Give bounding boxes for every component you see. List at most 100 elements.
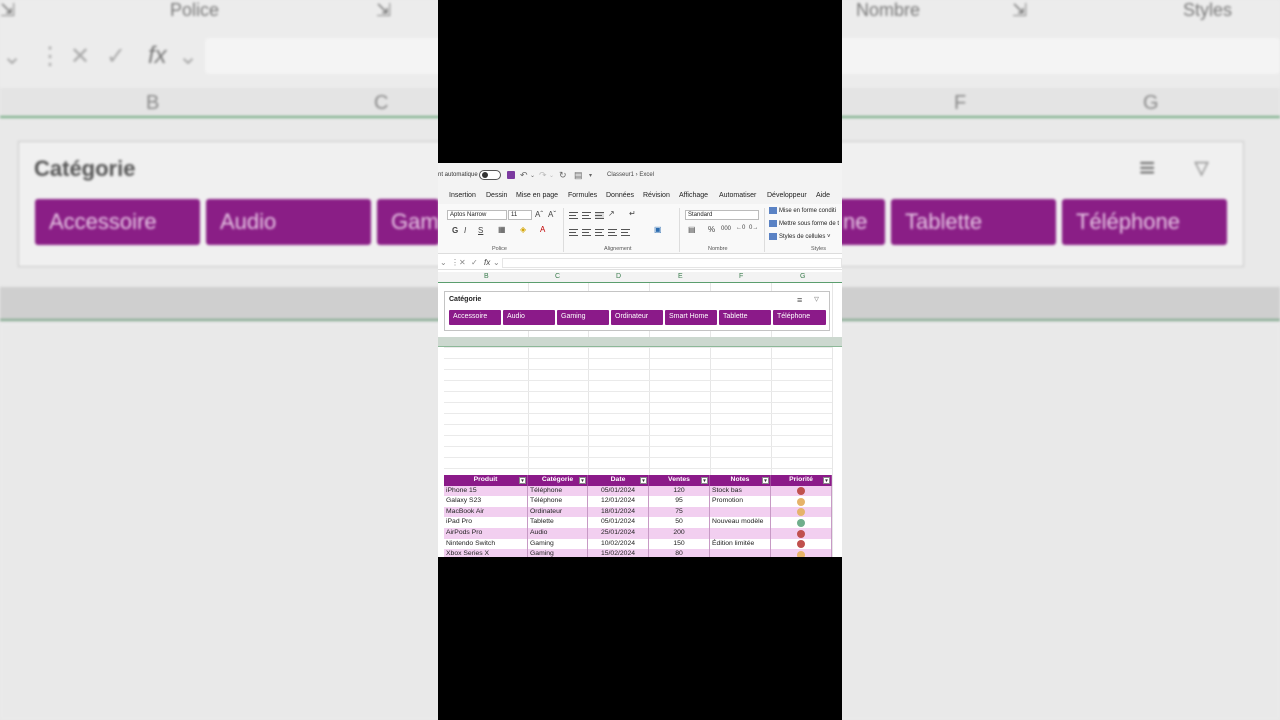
cancel-icon[interactable]: ✕	[459, 258, 466, 267]
header-date[interactable]: Date ▾	[588, 475, 649, 486]
align-middle-icon[interactable]	[582, 212, 591, 219]
decrease-font-icon[interactable]: Aˇ	[548, 210, 556, 219]
selected-row[interactable]	[438, 337, 842, 347]
col-e[interactable]: E	[678, 273, 683, 280]
save-icon[interactable]	[507, 171, 515, 179]
align-left-icon[interactable]	[569, 229, 578, 236]
header-produit[interactable]: Produit ▾	[444, 475, 528, 486]
cell-ventes[interactable]: 80	[649, 549, 710, 557]
format-as-table-button[interactable]: Mettre sous forme de t	[769, 220, 839, 227]
fx-icon[interactable]: fx	[484, 258, 490, 267]
undo-icon[interactable]: ↶	[520, 170, 528, 181]
cell-priorite[interactable]	[771, 528, 832, 539]
chevron-down-icon[interactable]: ⌄	[440, 258, 447, 267]
cell-ventes[interactable]: 120	[649, 485, 710, 497]
header-categorie[interactable]: Catégorie ▾	[528, 475, 588, 486]
percent-button[interactable]: %	[708, 225, 715, 234]
font-color-icon[interactable]: A	[540, 225, 545, 234]
orientation-icon[interactable]: ↗	[608, 209, 615, 218]
cell-priorite[interactable]	[771, 496, 832, 507]
borders-icon[interactable]: ▦	[498, 225, 506, 234]
table-row[interactable]: iPad Pro Tablette 05/01/2024 50 Nouveau modè…	[444, 517, 832, 528]
cell-categorie[interactable]: Ordinateur	[528, 506, 588, 518]
tab-aide[interactable]: Aide	[816, 192, 830, 199]
cell-categorie[interactable]: Gaming	[528, 538, 588, 550]
cell-priorite[interactable]	[771, 549, 832, 557]
formula-input[interactable]	[502, 258, 842, 268]
tab-developpeur[interactable]: Développeur	[767, 192, 807, 199]
slicer-item-ordinateur[interactable]: Ordinateur	[611, 310, 663, 325]
table-row[interactable]: AirPods Pro Audio 25/01/2024 200	[444, 528, 832, 539]
cell-produit[interactable]: Nintendo Switch	[444, 538, 528, 550]
cell-produit[interactable]: iPhone 15	[444, 485, 528, 497]
font-size-select[interactable]: 11	[508, 210, 532, 220]
merge-cells-icon[interactable]: ▣	[654, 225, 662, 234]
tab-automatiser[interactable]: Automatiser	[719, 192, 756, 199]
cell-produit[interactable]: Xbox Series X	[444, 549, 528, 557]
cell-ventes[interactable]: 75	[649, 506, 710, 518]
cell-notes[interactable]	[710, 549, 771, 557]
cell-notes[interactable]	[710, 506, 771, 518]
number-format-select[interactable]: Standard	[685, 210, 759, 220]
cell-ventes[interactable]: 200	[649, 528, 710, 539]
cell-categorie[interactable]: Tablette	[528, 517, 588, 528]
table-row[interactable]: Nintendo Switch Gaming 10/02/2024 150 Éditio…	[444, 538, 832, 550]
align-bottom-icon[interactable]	[595, 212, 604, 219]
increase-font-icon[interactable]: Aˆ	[535, 210, 543, 219]
align-right-icon[interactable]	[595, 229, 604, 236]
clipboard-icon[interactable]: ▤	[574, 170, 583, 181]
accounting-format-icon[interactable]: ▤	[688, 225, 696, 234]
table-row[interactable]: iPhone 15 Téléphone 05/01/2024 120 Stock bas	[444, 485, 832, 497]
filter-dropdown-icon[interactable]: ▾	[762, 477, 769, 484]
decrease-indent-icon[interactable]	[608, 229, 617, 236]
cell-date[interactable]: 05/01/2024	[588, 485, 649, 497]
cell-produit[interactable]: MacBook Air	[444, 506, 528, 518]
cell-date[interactable]: 12/01/2024	[588, 496, 649, 507]
tab-mise-en-page[interactable]: Mise en page	[516, 192, 558, 199]
slicer-item-tablette[interactable]: Tablette	[719, 310, 771, 325]
thousands-button[interactable]: 000	[721, 226, 731, 232]
header-notes[interactable]: Notes ▾	[710, 475, 771, 486]
chevron-down-icon[interactable]: ⌄	[549, 172, 554, 179]
cell-notes[interactable]: Promotion	[710, 496, 771, 507]
cell-notes[interactable]: Édition limitée	[710, 538, 771, 550]
cell-categorie[interactable]: Téléphone	[528, 485, 588, 497]
cell-date[interactable]: 15/02/2024	[588, 549, 649, 557]
increase-decimal-icon[interactable]: ←0	[736, 225, 745, 231]
chevron-down-icon[interactable]: ⌄	[530, 172, 535, 179]
slicer-item-gaming[interactable]: Gaming	[557, 310, 609, 325]
slicer-item-accessoire[interactable]: Accessoire	[449, 310, 501, 325]
table-row[interactable]: Galaxy S23 Téléphone 12/01/2024 95 Promotion	[444, 496, 832, 507]
tab-donnees[interactable]: Données	[606, 192, 634, 199]
cell-date[interactable]: 10/02/2024	[588, 538, 649, 550]
cell-notes[interactable]: Stock bas	[710, 485, 771, 497]
tab-formules[interactable]: Formules	[568, 192, 597, 199]
underline-button[interactable]: S	[478, 226, 483, 235]
conditional-format-button[interactable]: Mise en forme conditi	[769, 207, 836, 214]
more-icon[interactable]: ⋮	[451, 258, 459, 267]
decrease-decimal-icon[interactable]: 0→	[749, 225, 758, 231]
font-name-select[interactable]: Aptos Narrow	[447, 210, 507, 220]
cell-priorite[interactable]	[771, 538, 832, 550]
col-f[interactable]: F	[739, 273, 743, 280]
wrap-text-icon[interactable]: ↵	[629, 209, 636, 218]
cell-ventes[interactable]: 50	[649, 517, 710, 528]
filter-dropdown-icon[interactable]: ▾	[701, 477, 708, 484]
cell-produit[interactable]: iPad Pro	[444, 517, 528, 528]
customize-toolbar-icon[interactable]: ▾	[589, 172, 592, 179]
filter-dropdown-icon[interactable]: ▾	[519, 477, 526, 484]
filter-dropdown-icon[interactable]: ▾	[823, 477, 830, 484]
header-priorite[interactable]: Priorité ▾	[771, 475, 832, 486]
filter-dropdown-icon[interactable]: ▾	[640, 477, 647, 484]
cell-categorie[interactable]: Téléphone	[528, 496, 588, 507]
cell-date[interactable]: 18/01/2024	[588, 506, 649, 518]
slicer-item-telephone[interactable]: Téléphone	[773, 310, 826, 325]
align-top-icon[interactable]	[569, 212, 578, 219]
table-row[interactable]: Xbox Series X Gaming 15/02/2024 80	[444, 549, 832, 557]
tab-affichage[interactable]: Affichage	[679, 192, 708, 199]
multiselect-icon[interactable]: ≡	[797, 295, 802, 305]
refresh-icon[interactable]: ↻	[559, 170, 567, 181]
slicer-item-audio[interactable]: Audio	[503, 310, 555, 325]
cell-notes[interactable]	[710, 528, 771, 539]
filter-dropdown-icon[interactable]: ▾	[579, 477, 586, 484]
